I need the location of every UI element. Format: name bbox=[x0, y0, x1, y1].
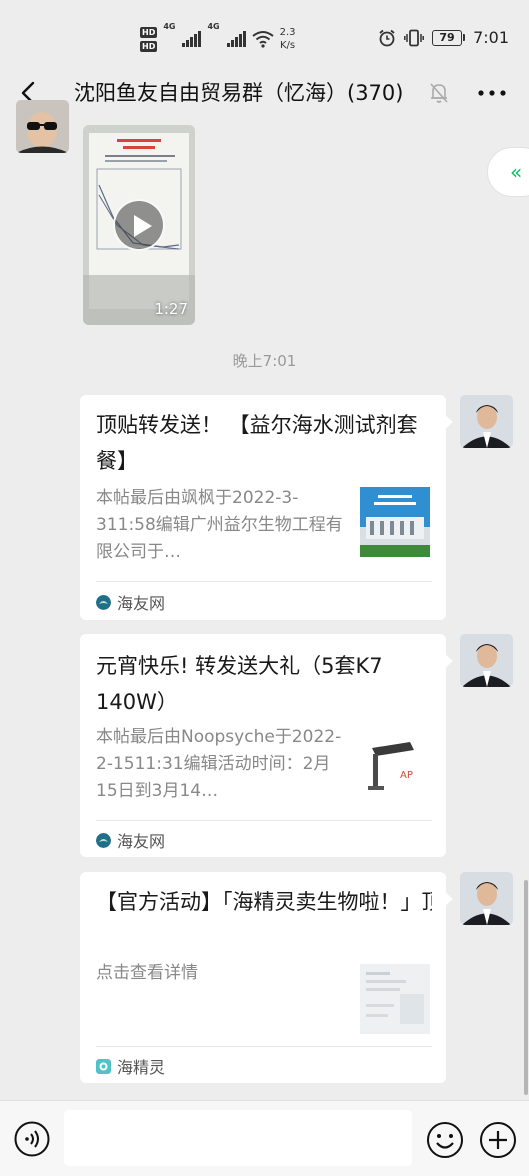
scroll-up-button[interactable]: « bbox=[487, 147, 529, 197]
speed-value: 2.3 bbox=[279, 27, 296, 38]
sender-avatar[interactable] bbox=[16, 100, 69, 153]
battery-icon: 79 bbox=[432, 29, 466, 46]
hd-icon: HD bbox=[140, 26, 158, 38]
card-thumbnail: AP bbox=[360, 728, 430, 798]
alarm-icon bbox=[379, 29, 395, 46]
wifi-icon bbox=[252, 31, 274, 48]
hd-icon: HD bbox=[140, 40, 158, 52]
double-chevron-up-icon: « bbox=[510, 160, 523, 184]
chat-title: 沈阳鱼友自由贸易群（忆海）(370) bbox=[74, 81, 404, 105]
card-source-name: 海友网 bbox=[117, 594, 166, 613]
my-avatar[interactable] bbox=[460, 634, 513, 687]
scrollbar[interactable] bbox=[524, 880, 528, 1095]
bell-off-icon bbox=[430, 83, 448, 103]
my-avatar[interactable] bbox=[460, 872, 513, 925]
play-icon[interactable] bbox=[113, 199, 165, 251]
card-source: 海友网 bbox=[96, 590, 165, 614]
card-divider bbox=[96, 581, 432, 582]
card-divider bbox=[96, 1046, 432, 1047]
message-timestamp: 晚上7:01 bbox=[232, 352, 297, 370]
card-title: 顶贴转发送！ 【益尔海水测试剂套餐】 bbox=[96, 413, 418, 473]
card-title: 元宵快乐! 转发送大礼（5套K7 140W） bbox=[96, 654, 383, 714]
hd-indicators: HD HD bbox=[140, 26, 158, 52]
my-avatar[interactable] bbox=[460, 395, 513, 448]
card-title: 【官方活动】「海精灵卖生物啦！」顶帖盖楼，免费拿小… bbox=[96, 890, 432, 914]
signal-icon bbox=[226, 31, 246, 47]
svg-text:AP: AP bbox=[400, 770, 413, 781]
card-description: 本帖最后由Noopsyche于2022-2-1511:31编辑活动时间：2月15… bbox=[96, 727, 342, 801]
vibrate-icon bbox=[404, 29, 425, 46]
voice-icon[interactable] bbox=[14, 1121, 50, 1157]
video-duration: 1:27 bbox=[154, 300, 188, 318]
card-source: 海精灵 bbox=[96, 1054, 165, 1078]
more-dots-icon[interactable] bbox=[475, 80, 509, 106]
signal-icon bbox=[182, 31, 202, 47]
network-speed: 2.3 K/s bbox=[280, 26, 296, 52]
speed-unit: K/s bbox=[280, 40, 296, 51]
link-card[interactable]: 元宵快乐! 转发送大礼（5套K7 140W） 本帖最后由Noopsyche于20… bbox=[80, 634, 453, 857]
haijingling-logo-icon bbox=[96, 1058, 111, 1074]
input-bar bbox=[0, 1100, 529, 1176]
status-right: 79 7:01 bbox=[378, 28, 509, 47]
message-input[interactable] bbox=[64, 1110, 412, 1166]
link-card[interactable]: 【官方活动】「海精灵卖生物啦！」顶帖盖楼，免费拿小… 点击查看详情 海精灵 bbox=[80, 872, 453, 1083]
emoji-icon[interactable] bbox=[426, 1121, 464, 1159]
chat-header: 沈阳鱼友自由贸易群（忆海）(370) bbox=[0, 70, 529, 116]
card-source-name: 海精灵 bbox=[117, 1058, 166, 1077]
card-source-name: 海友网 bbox=[117, 832, 166, 851]
status-network: HD HD 4G 4G 2.3 K/s bbox=[140, 22, 296, 56]
card-description: 点击查看详情 bbox=[96, 963, 198, 983]
link-card[interactable]: 顶贴转发送！ 【益尔海水测试剂套餐】 本帖最后由飒枫于2022-3-311:58… bbox=[80, 395, 453, 620]
network-type-left: 4G bbox=[163, 22, 176, 31]
card-source: 海友网 bbox=[96, 828, 165, 852]
video-message[interactable]: 1:27 bbox=[83, 125, 195, 325]
network-type-right: 4G bbox=[207, 22, 220, 31]
card-description: 本帖最后由飒枫于2022-3-311:58编辑广州益尔生物工程有限公司于… bbox=[96, 488, 343, 562]
battery-level: 79 bbox=[432, 29, 463, 46]
haiyou-logo-icon bbox=[96, 832, 111, 848]
haiyou-logo-icon bbox=[96, 594, 111, 610]
card-thumbnail bbox=[360, 487, 430, 557]
card-thumbnail bbox=[360, 964, 430, 1034]
status-bar: HD HD 4G 4G 2.3 K/s 79 7:01 bbox=[0, 0, 529, 70]
plus-circle-icon[interactable] bbox=[479, 1121, 517, 1159]
card-divider bbox=[96, 820, 432, 821]
status-time: 7:01 bbox=[473, 28, 509, 47]
